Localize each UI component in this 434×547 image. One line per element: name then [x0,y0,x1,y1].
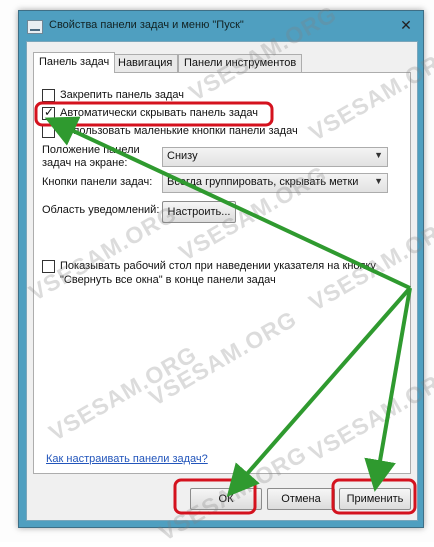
location-select[interactable]: Снизу ▼ [162,147,388,167]
tab-navigation[interactable]: Навигация [112,54,179,72]
close-icon[interactable]: ✕ [397,17,415,33]
taskbar-app-icon [27,20,43,34]
lock-taskbar-checkbox[interactable] [42,89,55,102]
small-buttons-checkbox[interactable] [42,125,55,138]
window-title: Свойства панели задач и меню "Пуск" [49,19,244,31]
location-label-line2: задач на экране: [42,157,128,169]
taskbar-help-link[interactable]: Как настраивать панели задач? [46,453,208,465]
buttons-label: Кнопки панели задач: [42,176,153,188]
lock-taskbar-label: Закрепить панель задач [60,89,185,101]
chevron-down-icon: ▼ [374,150,383,160]
autohide-checkbox[interactable]: ✓ [42,105,55,120]
location-select-value: Снизу [167,150,198,162]
chevron-down-icon: ▼ [374,176,383,186]
apply-button[interactable]: Применить [339,488,411,510]
autohide-label: Автоматически скрывать панель задач [60,107,259,119]
location-label: Положение панели задач на экране: [42,144,140,170]
cancel-button[interactable]: Отмена [267,488,335,510]
tab-taskbar[interactable]: Панель задач [33,52,116,73]
small-buttons-label: Использовать маленькие кнопки панели зад… [60,125,298,137]
checkmark-icon: ✓ [44,105,55,119]
location-label-line1: Положение панели [42,144,140,156]
title-bar[interactable]: Свойства панели задач и меню "Пуск" ✕ [19,11,423,41]
